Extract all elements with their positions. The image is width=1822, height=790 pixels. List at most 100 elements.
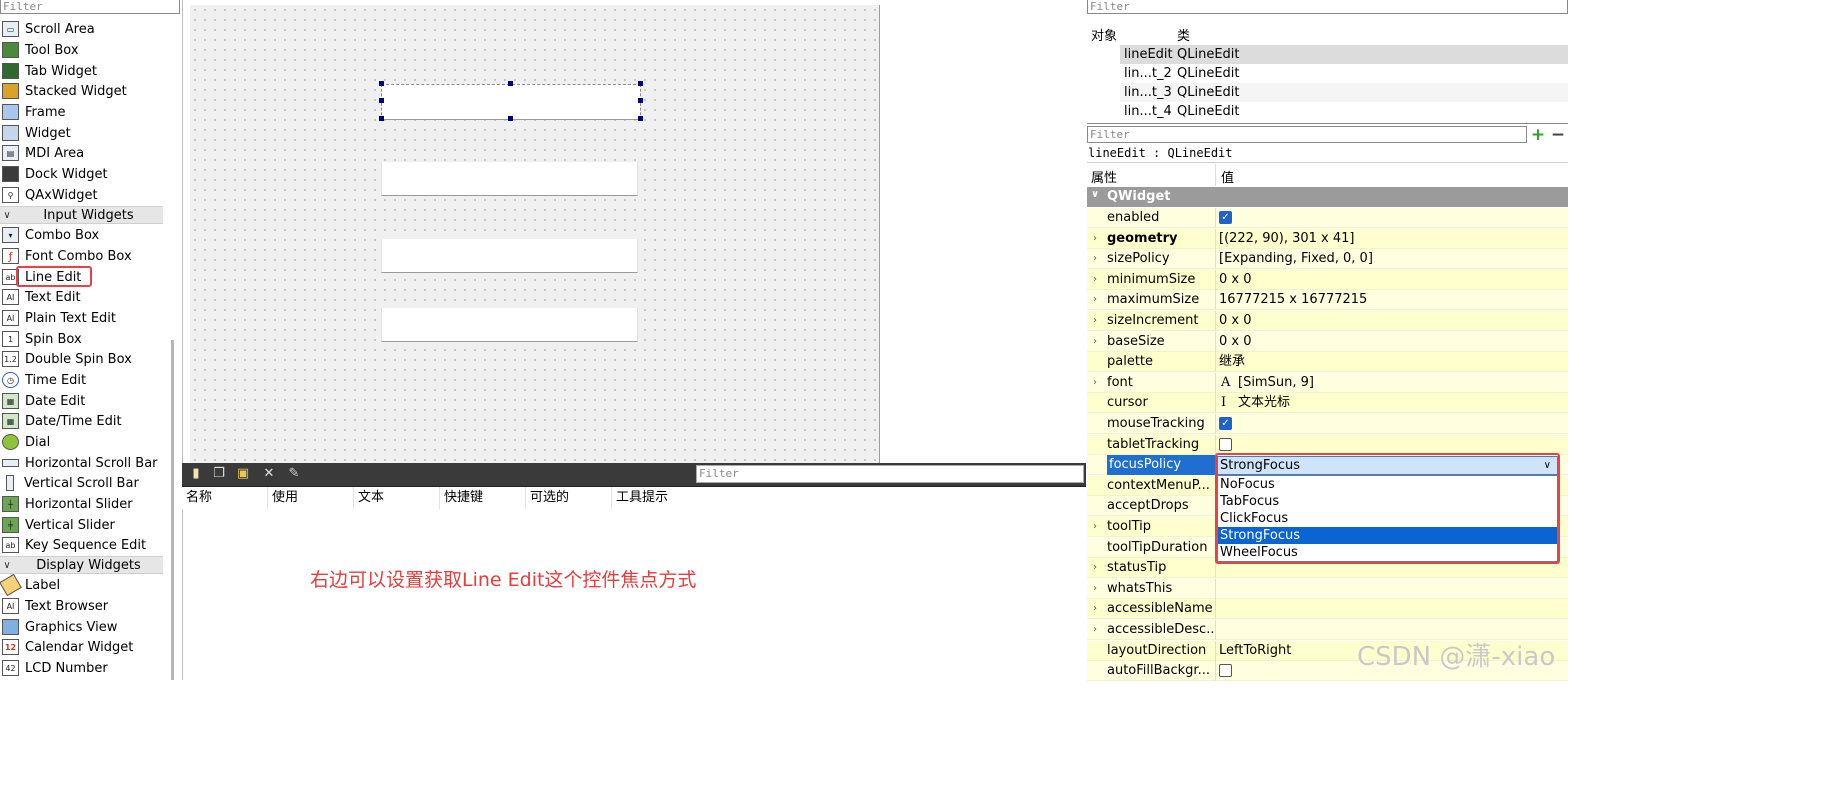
column-shortcut[interactable]: 快捷键: [440, 487, 526, 509]
resize-handle[interactable]: [508, 81, 513, 86]
widget-item-dock-widget[interactable]: Dock Widget: [0, 164, 164, 184]
line-edit-4[interactable]: [381, 308, 638, 342]
property-row-sizepolicy[interactable]: › sizePolicy [Expanding, Fixed, 0, 0]: [1087, 249, 1568, 269]
column-property[interactable]: 属性: [1091, 167, 1117, 186]
property-row-basesize[interactable]: › baseSize 0 x 0: [1087, 332, 1568, 352]
object-row-lineedit-4[interactable]: lin...t_4 QLineEdit: [1120, 102, 1568, 121]
column-text[interactable]: 文本: [354, 487, 440, 509]
copy-icon[interactable]: ❐: [211, 466, 227, 482]
object-row-lineedit[interactable]: lineEdit QLineEdit: [1120, 45, 1568, 64]
widget-item-tool-box[interactable]: Tool Box: [0, 40, 164, 60]
checkbox-checked[interactable]: ✓: [1219, 417, 1232, 430]
property-value[interactable]: [Expanding, Fixed, 0, 0]: [1219, 249, 1373, 269]
resize-handle[interactable]: [379, 98, 384, 103]
new-action-icon[interactable]: ▮: [188, 466, 204, 482]
widget-item-key-sequence-edit[interactable]: ab Key Sequence Edit: [0, 535, 164, 555]
resize-handle[interactable]: [508, 116, 513, 121]
chevron-right-icon[interactable]: ›: [1093, 290, 1097, 310]
chevron-right-icon[interactable]: ›: [1093, 270, 1097, 290]
widget-item-stacked-widget[interactable]: Stacked Widget: [0, 81, 164, 101]
resize-handle[interactable]: [638, 116, 643, 121]
widget-item-spin-box[interactable]: 1 Spin Box: [0, 329, 164, 349]
widget-item-vertical-scroll-bar[interactable]: Vertical Scroll Bar: [0, 473, 164, 493]
column-class[interactable]: 类: [1177, 25, 1190, 44]
widget-item-horizontal-slider[interactable]: ┼ Horizontal Slider: [0, 494, 164, 514]
chevron-right-icon[interactable]: ›: [1093, 599, 1097, 619]
property-value[interactable]: 0 x 0: [1219, 311, 1252, 331]
widget-item-font-combo-box[interactable]: ƒ Font Combo Box: [0, 246, 164, 266]
remove-dynamic-property-icon[interactable]: −: [1550, 127, 1566, 144]
column-checkable[interactable]: 可选的: [526, 487, 612, 509]
widget-item-date-edit[interactable]: ▦ Date Edit: [0, 391, 164, 411]
widget-item-widget[interactable]: Widget: [0, 123, 164, 143]
widget-item-scroll-area[interactable]: ▭ Scroll Area: [0, 19, 164, 39]
property-row-enabled[interactable]: enabled ✓: [1087, 208, 1568, 228]
action-filter-input[interactable]: Filter: [696, 465, 1084, 483]
object-row-lineedit-2[interactable]: lin...t_2 QLineEdit: [1120, 64, 1568, 83]
property-row-maximumsize[interactable]: › maximumSize 16777215 x 16777215: [1087, 290, 1568, 310]
checkbox-unchecked[interactable]: [1219, 664, 1232, 677]
widget-item-calendar-widget[interactable]: 12 Calendar Widget: [0, 637, 164, 657]
property-row-palette[interactable]: palette 继承: [1087, 352, 1568, 372]
property-row-mousetracking[interactable]: mouseTracking ✓: [1087, 414, 1568, 434]
chevron-right-icon[interactable]: ›: [1093, 229, 1097, 249]
resize-handle[interactable]: [379, 81, 384, 86]
property-row-sizeincrement[interactable]: › sizeIncrement 0 x 0: [1087, 311, 1568, 331]
property-row-accessiblename[interactable]: › accessibleName: [1087, 599, 1568, 619]
resize-handle[interactable]: [638, 81, 643, 86]
property-value[interactable]: 继承: [1219, 352, 1245, 372]
property-group-qwidget[interactable]: ∨ QWidget: [1087, 187, 1568, 207]
chevron-right-icon[interactable]: ›: [1093, 517, 1097, 537]
widget-item-time-edit[interactable]: ◷ Time Edit: [0, 370, 164, 390]
property-row-geometry[interactable]: › geometry [(222, 90), 301 x 41]: [1087, 229, 1568, 249]
widget-item-frame[interactable]: Frame: [0, 102, 164, 122]
category-display-widgets[interactable]: ∨ Display Widgets: [0, 556, 163, 574]
checkbox-unchecked[interactable]: [1219, 438, 1232, 451]
resize-handle[interactable]: [379, 116, 384, 121]
chevron-right-icon[interactable]: ›: [1093, 373, 1097, 393]
paste-icon[interactable]: ▣: [235, 466, 251, 482]
chevron-right-icon[interactable]: ›: [1093, 620, 1097, 640]
widget-item-lcd-number[interactable]: 42 LCD Number: [0, 658, 164, 678]
widget-item-combo-box[interactable]: ▾ Combo Box: [0, 225, 164, 245]
widget-item-vertical-slider[interactable]: ╪ Vertical Slider: [0, 515, 164, 535]
property-row-cursor[interactable]: cursor I 文本光标: [1087, 393, 1568, 413]
widget-item-text-browser[interactable]: AI Text Browser: [0, 596, 164, 616]
widget-item-label[interactable]: Label: [0, 573, 164, 597]
chevron-right-icon[interactable]: ›: [1093, 579, 1097, 599]
checkbox-checked[interactable]: ✓: [1219, 211, 1232, 224]
chevron-right-icon[interactable]: ›: [1093, 311, 1097, 331]
property-row-whatsthis[interactable]: › whatsThis: [1087, 579, 1568, 599]
widget-item-dial[interactable]: Dial: [0, 432, 164, 452]
property-row-font[interactable]: › font A [SimSun, 9]: [1087, 373, 1568, 393]
widget-item-graphics-view[interactable]: Graphics View: [0, 617, 164, 637]
widget-item-mdi-area[interactable]: ▤ MDI Area: [0, 143, 164, 163]
widget-item-tab-widget[interactable]: Tab Widget: [0, 61, 164, 81]
column-value[interactable]: 值: [1221, 167, 1234, 186]
wrench-icon[interactable]: ✎: [286, 466, 302, 482]
object-filter-input[interactable]: Filter: [1087, 0, 1568, 14]
widget-box-filter-input[interactable]: Filter: [0, 0, 180, 14]
property-value[interactable]: 文本光标: [1238, 393, 1290, 413]
line-edit-3[interactable]: [381, 239, 638, 273]
widget-item-qaxwidget[interactable]: ⚲ QAxWidget: [0, 185, 164, 205]
property-value[interactable]: LeftToRight: [1219, 641, 1291, 661]
property-value[interactable]: 0 x 0: [1219, 270, 1252, 290]
widget-item-text-edit[interactable]: AI Text Edit: [0, 287, 164, 307]
property-value[interactable]: 16777215 x 16777215: [1219, 290, 1367, 310]
property-row-minimumsize[interactable]: › minimumSize 0 x 0: [1087, 270, 1568, 290]
widget-item-horizontal-scroll-bar[interactable]: Horizontal Scroll Bar: [0, 453, 164, 473]
chevron-right-icon[interactable]: ›: [1093, 249, 1097, 269]
chevron-right-icon[interactable]: ›: [1093, 558, 1097, 578]
property-value[interactable]: 0 x 0: [1219, 332, 1252, 352]
object-row-lineedit-3[interactable]: lin...t_3 QLineEdit: [1120, 83, 1568, 102]
delete-icon[interactable]: ✕: [261, 466, 277, 482]
resize-handle[interactable]: [638, 98, 643, 103]
widget-box-scrollbar[interactable]: [171, 340, 174, 680]
line-edit-2[interactable]: [381, 162, 638, 196]
widget-item-plain-text-edit[interactable]: AI Plain Text Edit: [0, 308, 164, 328]
column-tooltip[interactable]: 工具提示: [612, 487, 698, 509]
column-object[interactable]: 对象: [1091, 25, 1117, 44]
line-edit-1-selected[interactable]: [381, 84, 641, 120]
column-used[interactable]: 使用: [268, 487, 354, 509]
